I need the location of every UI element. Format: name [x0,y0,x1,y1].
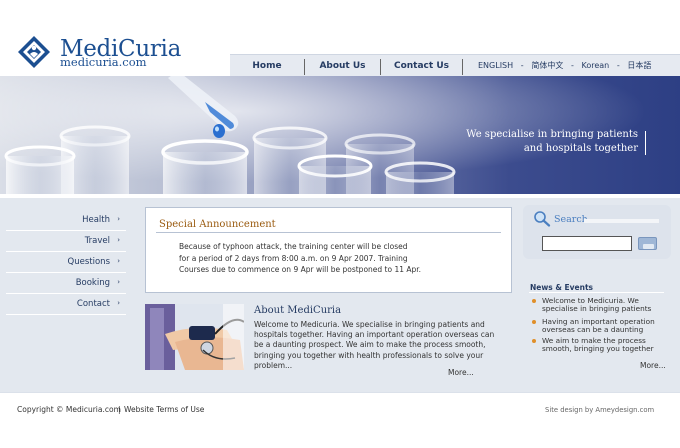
news-line: specialise in bringing patients [542,304,652,314]
about-line: hospitals together. Having an important … [254,330,495,340]
about-line: bringing you together with health profes… [254,350,484,360]
tagline-line-1: We specialise in bringing patients [466,129,638,140]
sidebar-item-label: Booking [75,278,110,288]
hero-banner: We specialise in bringing patients and h… [0,76,680,194]
sidebar-item-label: Questions [67,257,110,267]
footer-separator: | [118,405,121,414]
medicuria-logo-icon [18,36,50,68]
sidebar-item-questions[interactable]: Questions › [6,252,126,273]
announcement-line: Courses due to commence on 9 Apr will be… [179,265,422,274]
news-item-text: We aim to make the process smooth, bring… [542,336,670,354]
news-item[interactable]: Having an important operation overseas c… [532,317,670,336]
lang-separator: - [570,61,574,70]
language-selector: ENGLISH - 简体中文 - Korean - 日本語 [478,55,651,77]
search-title-bar [584,219,659,223]
brand-url: medicuria.com [60,55,147,69]
lang-korean[interactable]: Korean [582,61,610,70]
chevron-right-icon: › [117,236,120,244]
about-text: Welcome to Medicuria. We specialise in b… [254,320,508,371]
bullet-icon [532,320,536,324]
lang-separator: - [616,61,620,70]
sidebar-item-travel[interactable]: Travel › [6,231,126,252]
nav-home[interactable]: Home [230,55,304,77]
search-input[interactable] [542,236,632,251]
about-title: About MediCuria [254,305,342,316]
blood-pressure-image [145,304,244,370]
chevron-right-icon: › [117,299,120,307]
news-item-text: Welcome to Medicuria. We specialise in b… [542,296,670,314]
nav-about-us[interactable]: About Us [305,55,380,77]
news-divider [529,292,664,293]
bullet-icon [532,299,536,303]
announcement-line: Because of typhoon attack, the training … [179,242,408,251]
chevron-right-icon: › [117,215,120,223]
nav-separator [462,59,463,75]
about-line: be a daunting prospect. We aim to make t… [254,340,486,350]
search-go-icon [643,244,654,249]
sidebar-item-label: Contact [76,299,110,309]
news-more-link[interactable]: More... [640,361,666,370]
top-nav: Home About Us Contact Us ENGLISH - 简体中文 … [230,54,680,76]
site-design-credit[interactable]: Site design by Ameydesign.com [545,406,654,414]
bullet-icon [532,339,536,343]
lang-japanese[interactable]: 日本語 [627,61,651,70]
news-title: News & Events [530,283,594,292]
news-item[interactable]: Welcome to Medicuria. We specialise in b… [532,296,670,315]
lang-english[interactable]: ENGLISH [478,61,513,70]
announcement-line: for a period of 2 days from 8:00 a.m. on… [179,253,408,263]
sidebar-item-contact[interactable]: Contact › [6,294,126,315]
announcement-title: Special Announcement [159,219,276,230]
search-icon [534,211,551,227]
chevron-right-icon: › [117,278,120,286]
tagline-line-2: and hospitals together [523,143,638,154]
sidebar-item-booking[interactable]: Booking › [6,273,126,294]
logo[interactable]: MediCuria medicuria.com [18,36,181,72]
announcement-text: Because of typhoon attack, the training … [179,241,499,276]
sidebar-item-health[interactable]: Health › [6,210,126,231]
sidebar: Health › Travel › Questions › Booking › … [0,198,133,392]
special-announcement: Special Announcement Because of typhoon … [145,207,512,293]
lang-separator: - [520,61,524,70]
about-line: problem... [254,360,293,370]
sidebar-item-label: Health [82,215,110,225]
copyright-text: Copyright © Medicuria.com [17,405,121,414]
about-more-link[interactable]: More... [448,368,474,377]
news-item-text: Having an important operation overseas c… [542,317,670,335]
terms-link[interactable]: Website Terms of Use [124,405,204,414]
about-line: Welcome to Medicuria. We specialise in b… [254,320,485,329]
search-label: Search [554,214,588,225]
chevron-right-icon: › [117,257,120,265]
news-line: smooth, bringing you together [542,344,654,354]
lang-chinese[interactable]: 简体中文 [531,61,563,70]
sidebar-item-label: Travel [84,236,110,246]
search-button[interactable] [638,237,657,250]
blood-pressure-photo [145,304,244,370]
news-line: overseas can be a daunting [542,325,644,335]
banner-tagline: We specialise in bringing patients and h… [466,128,638,156]
news-item[interactable]: We aim to make the process smooth, bring… [532,336,670,355]
tagline-divider [645,131,646,155]
announcement-divider [156,232,501,233]
nav-contact-us[interactable]: Contact Us [381,55,462,77]
